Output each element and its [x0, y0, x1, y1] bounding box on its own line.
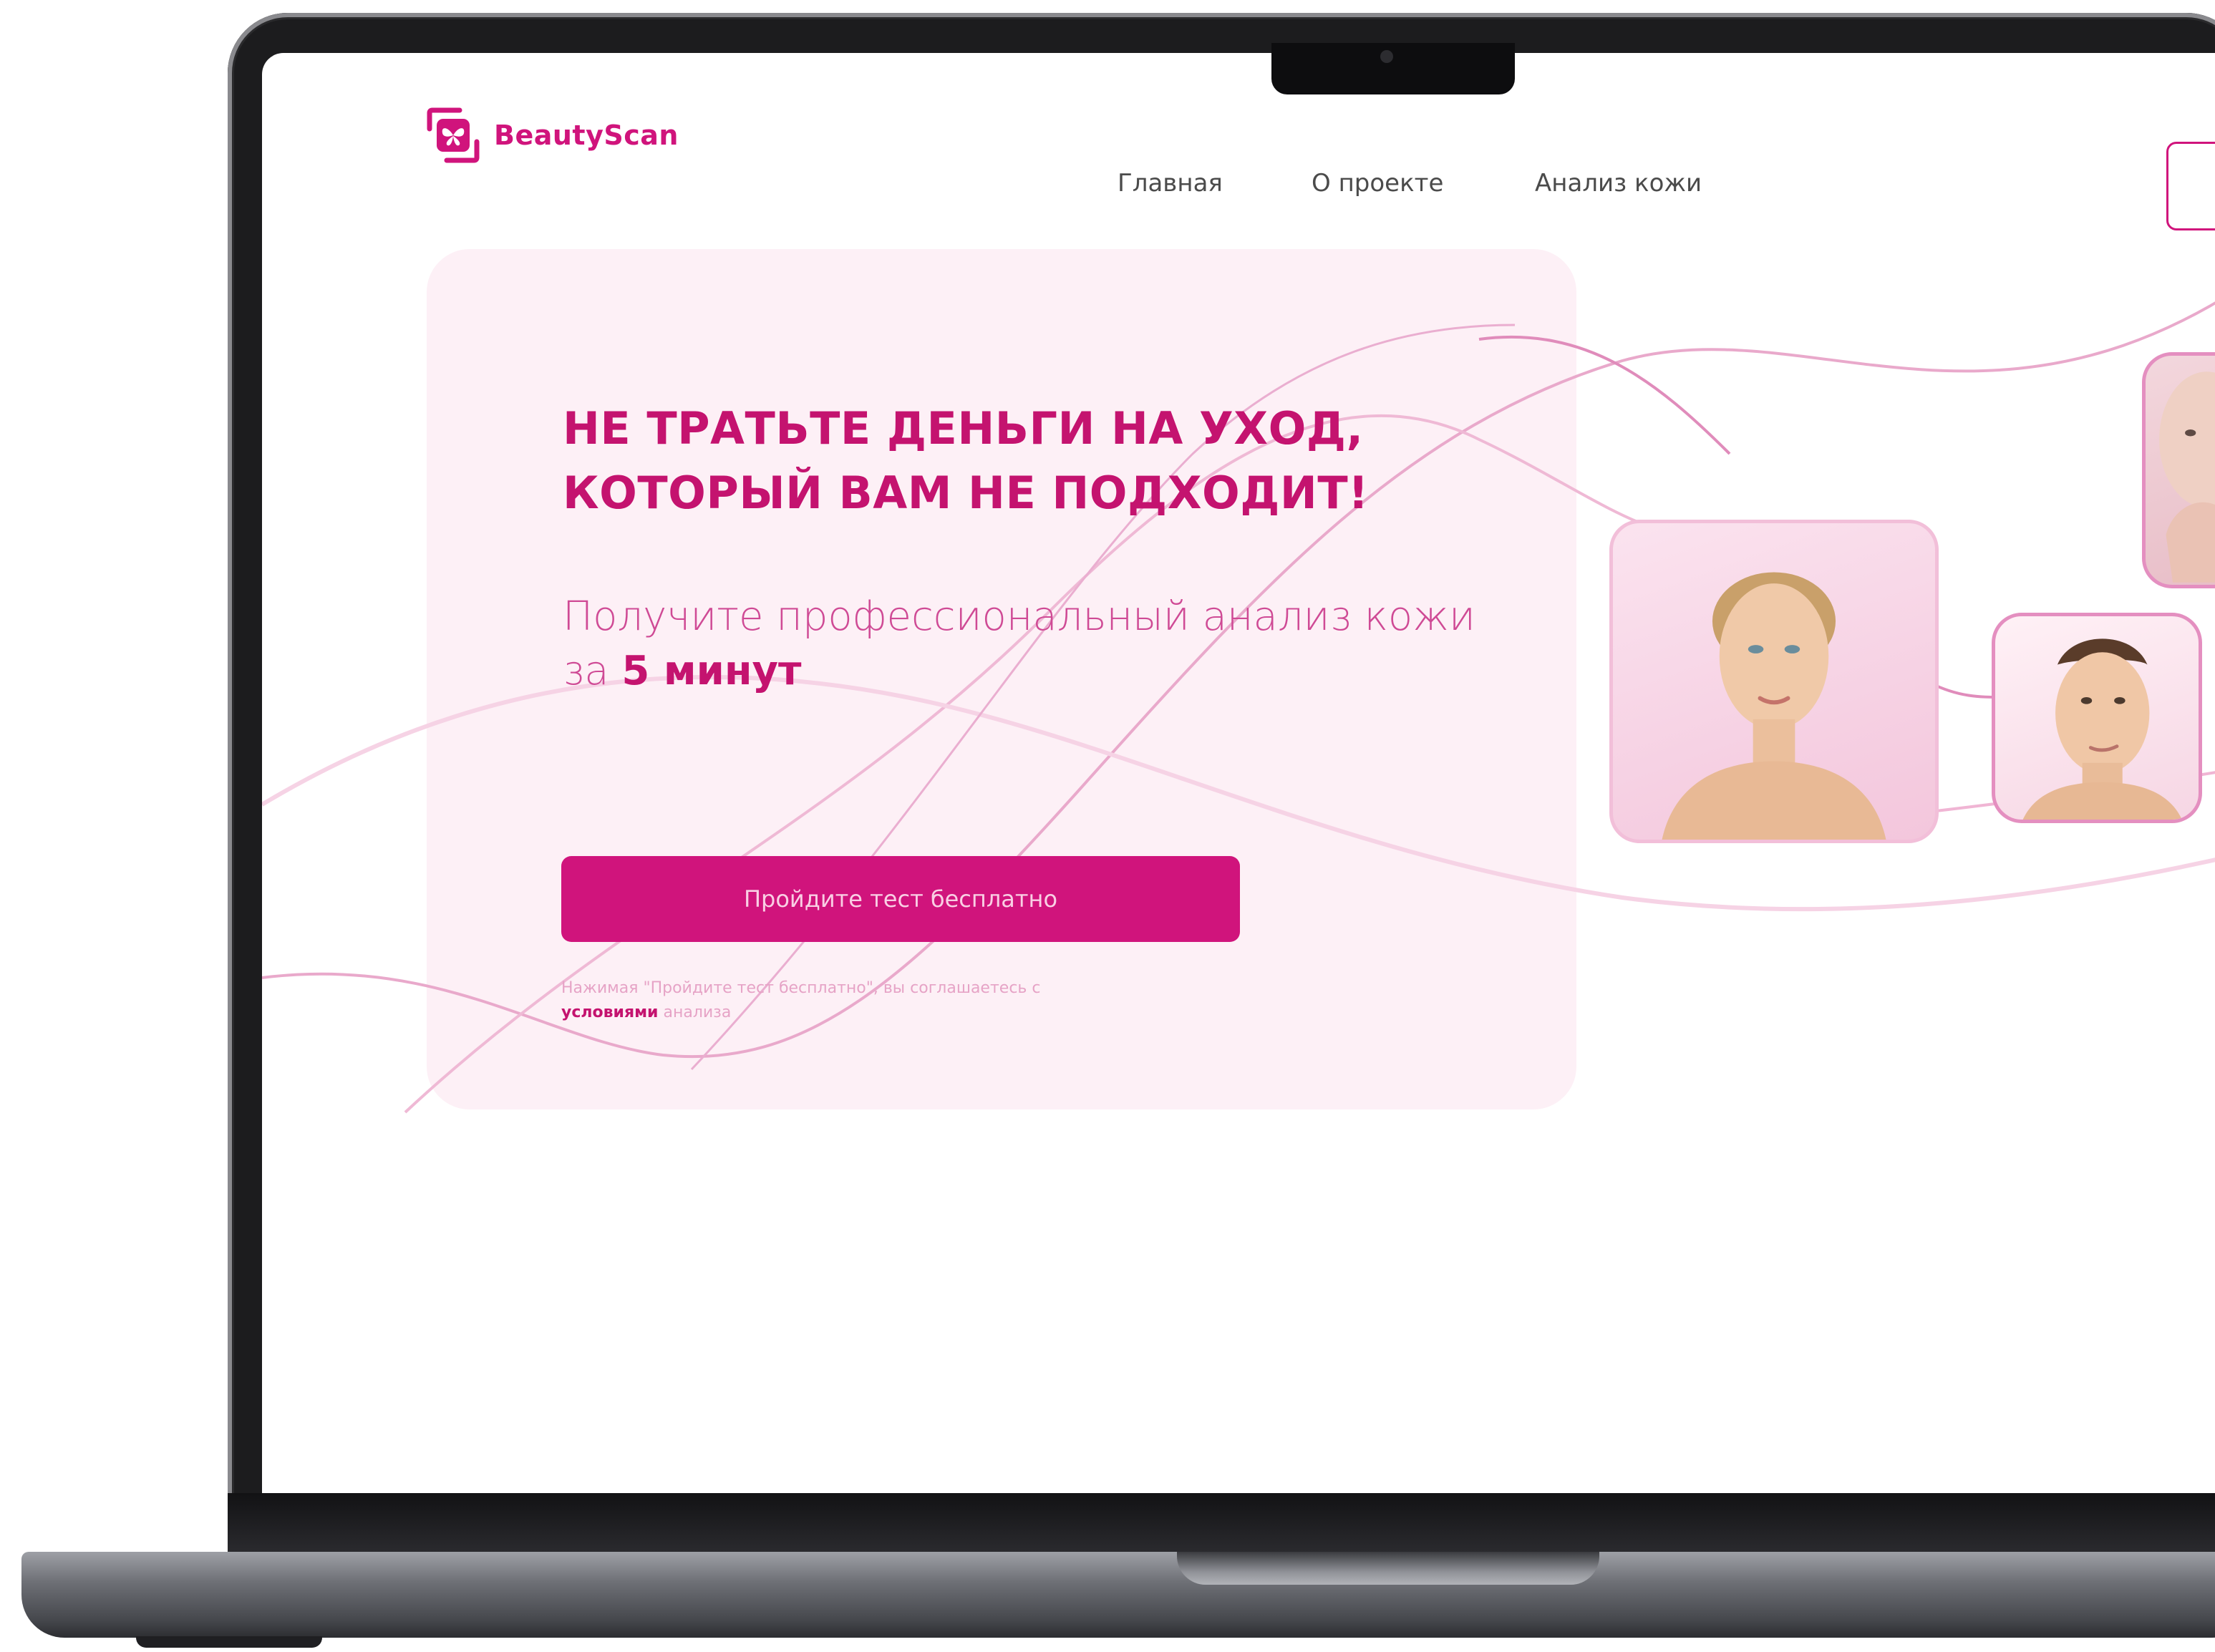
woman-hand-face-photo — [2142, 352, 2215, 588]
hero-subline: Получите профессиональный анализ кожи за… — [563, 590, 1508, 699]
terms-suffix: анализа — [658, 1004, 732, 1021]
logo[interactable]: BeautyScan — [427, 107, 679, 163]
butterfly-scan-logo-icon — [427, 107, 480, 163]
hero-headline: НЕ ТРАТЬТЕ ДЕНЬГИ НА УХОД, КОТОРЫЙ ВАМ Н… — [563, 397, 1493, 525]
camera-icon — [1380, 50, 1393, 63]
headline-line-1: НЕ ТРАТЬТЕ ДЕНЬГИ НА УХОД, — [563, 402, 1364, 455]
laptop-base — [21, 1552, 2215, 1638]
take-test-button[interactable]: Пройдите тест бесплатно — [561, 856, 1240, 942]
terms-note: Нажимая "Пройдите тест бесплатно", вы со… — [561, 976, 1206, 1025]
brand-name: BeautyScan — [494, 120, 679, 151]
subline-bold: 5 минут — [621, 648, 802, 694]
header-action-button[interactable] — [2166, 142, 2215, 230]
nav-home[interactable]: Главная — [1118, 169, 1223, 198]
man-face-illustration — [2022, 638, 2182, 820]
woman-hand-face-illustration — [2159, 371, 2215, 583]
headline-line-2: КОТОРЫЙ ВАМ НЕ ПОДХОДИТ! — [563, 467, 1369, 519]
browser-screen: BeautyScan Главная О проекте Анализ кожи… — [262, 53, 2215, 1493]
woman-face-photo — [1609, 520, 1939, 843]
nav-about[interactable]: О проекте — [1312, 169, 1443, 198]
laptop-opening-lip — [1177, 1552, 1599, 1585]
site-header: BeautyScan Главная О проекте Анализ кожи — [262, 53, 2215, 230]
laptop-mockup: BeautyScan Главная О проекте Анализ кожи… — [0, 0, 2215, 1652]
screen-notch — [1271, 43, 1515, 94]
nav-skin-analysis[interactable]: Анализ кожи — [1535, 169, 1702, 198]
terms-text: Нажимая "Пройдите тест бесплатно", вы со… — [561, 979, 1041, 997]
woman-face-illustration — [1662, 572, 1886, 840]
screen-bottom-bezel — [228, 1493, 2215, 1552]
terms-link[interactable]: условиями — [561, 1004, 658, 1021]
man-face-photo — [1992, 613, 2202, 823]
laptop-foot — [136, 1636, 322, 1648]
